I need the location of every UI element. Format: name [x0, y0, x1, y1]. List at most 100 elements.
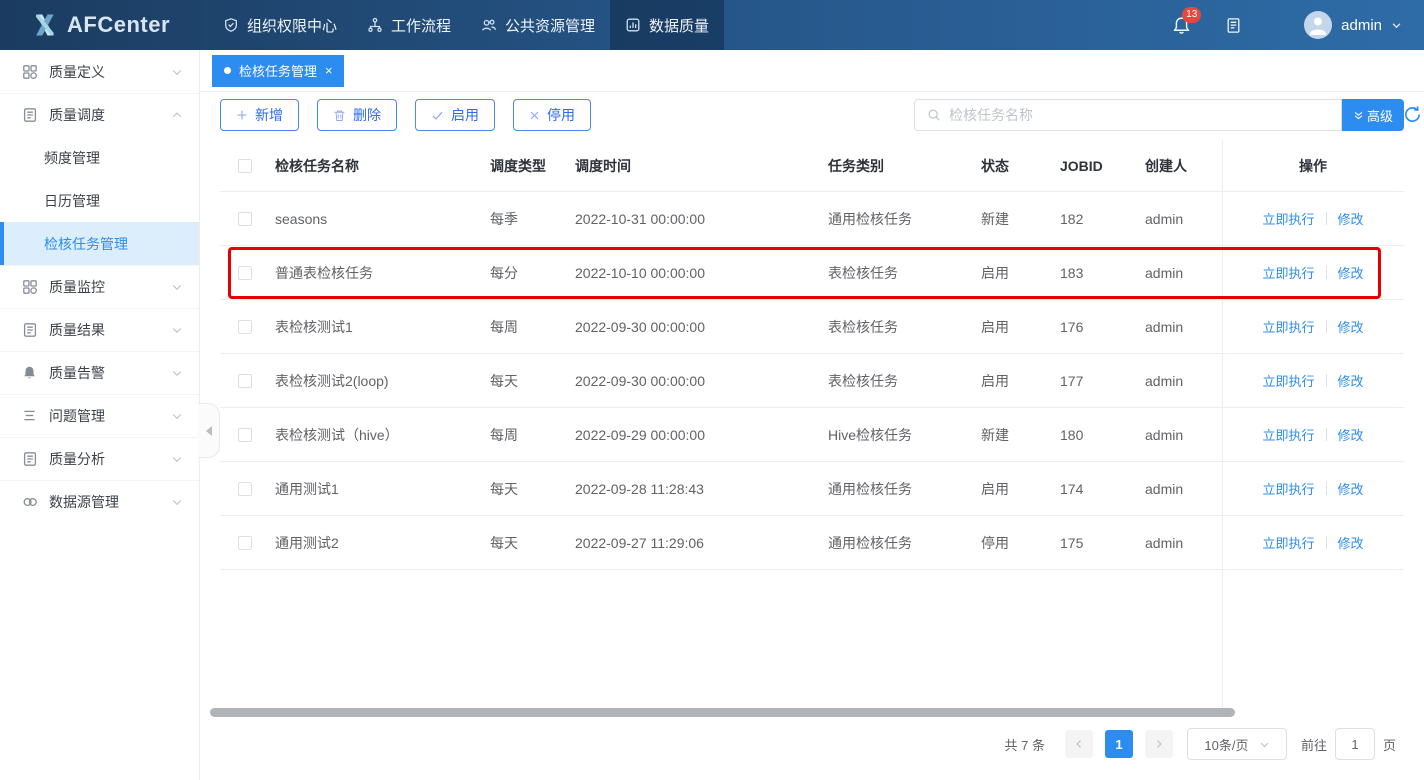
row-checkbox[interactable] [238, 266, 252, 280]
page-size-select[interactable]: 10条/页 [1187, 728, 1287, 760]
modify-link[interactable]: 修改 [1338, 209, 1364, 228]
cell-status: 启用 [981, 371, 1060, 391]
search-icon [927, 108, 941, 122]
add-button[interactable]: 新增 [220, 99, 299, 131]
action-divider [1326, 266, 1327, 279]
select-all-checkbox[interactable] [238, 159, 252, 173]
button-label: 启用 [451, 105, 479, 125]
column-header-schedule-time: 调度时间 [575, 156, 828, 176]
row-checkbox[interactable] [238, 212, 252, 226]
horizontal-scrollbar[interactable] [210, 708, 1235, 717]
app-logo[interactable]: AFCenter [30, 11, 208, 39]
table-row: 通用测试1 每天 2022-09-28 11:28:43 通用检核任务 启用 1… [220, 462, 1404, 516]
search-input[interactable] [949, 107, 1341, 123]
sidebar-collapse-handle[interactable] [198, 403, 220, 458]
cell-task-name: 表检核测试（hive） [270, 425, 490, 445]
user-menu[interactable]: admin [1304, 11, 1402, 39]
row-checkbox[interactable] [238, 320, 252, 334]
execute-now-link[interactable]: 立即执行 [1262, 209, 1314, 228]
modify-link[interactable]: 修改 [1338, 371, 1364, 390]
execute-now-link[interactable]: 立即执行 [1262, 425, 1314, 444]
sidebar-item-frequency-management[interactable]: 频度管理 [0, 136, 199, 179]
disable-button[interactable]: 停用 [513, 99, 591, 131]
sidebar-item-calendar-management[interactable]: 日历管理 [0, 179, 199, 222]
row-checkbox[interactable] [238, 536, 252, 550]
nav-label: 工作流程 [391, 15, 451, 36]
advanced-search-button[interactable]: 高级 [1342, 99, 1404, 131]
action-divider [1326, 212, 1327, 225]
cell-status: 启用 [981, 479, 1060, 499]
cell-task-name: 普通表检核任务 [270, 263, 490, 283]
cell-category: 表检核任务 [828, 317, 981, 337]
nav-item-data-quality[interactable]: 数据质量 [610, 0, 724, 50]
chevron-down-icon [171, 324, 183, 336]
modify-link[interactable]: 修改 [1338, 317, 1364, 336]
sidebar-item-check-task-management[interactable]: 检核任务管理 [0, 222, 199, 265]
sidebar-item-quality-definition[interactable]: 质量定义 [0, 50, 199, 93]
execute-now-link[interactable]: 立即执行 [1262, 371, 1314, 390]
sidebar-label: 问题管理 [49, 406, 171, 426]
sidebar-item-quality-results[interactable]: 质量结果 [0, 308, 199, 351]
button-label: 停用 [547, 105, 575, 125]
enable-button[interactable]: 启用 [415, 99, 495, 131]
app-title: AFCenter [67, 12, 170, 38]
modify-link[interactable]: 修改 [1338, 533, 1364, 552]
cell-category: 通用检核任务 [828, 533, 981, 553]
cell-schedule-type: 每天 [490, 371, 575, 391]
total-count: 共 7 条 [1005, 735, 1045, 754]
cell-schedule-type: 每天 [490, 479, 575, 499]
cell-schedule-type: 每季 [490, 209, 575, 229]
sidebar-label: 质量结果 [49, 320, 171, 340]
cell-schedule-type: 每周 [490, 425, 575, 445]
nav-item-workflow[interactable]: 工作流程 [352, 0, 466, 50]
row-checkbox[interactable] [238, 428, 252, 442]
tab-check-task-management[interactable]: 检核任务管理 × [212, 55, 344, 87]
people-icon [481, 17, 497, 33]
notification-bell[interactable]: 13 [1172, 16, 1191, 35]
sidebar-item-datasource-management[interactable]: 数据源管理 [0, 480, 199, 523]
goto-page-input[interactable] [1335, 728, 1375, 760]
row-checkbox-cell [220, 374, 270, 388]
next-page-button[interactable] [1145, 730, 1173, 758]
action-divider [1326, 374, 1327, 387]
execute-now-link[interactable]: 立即执行 [1262, 263, 1314, 282]
sidebar-item-quality-alerts[interactable]: 质量告警 [0, 351, 199, 394]
cell-creator: admin [1145, 211, 1222, 227]
chevron-down-icon [171, 410, 183, 422]
nav-item-public-resources[interactable]: 公共资源管理 [466, 0, 610, 50]
sidebar-item-quality-scheduling[interactable]: 质量调度 [0, 93, 199, 136]
grid-icon [22, 279, 38, 295]
tab-label: 检核任务管理 [239, 61, 317, 80]
sidebar-item-quality-monitoring[interactable]: 质量监控 [0, 265, 199, 308]
double-chevron-down-icon [1353, 110, 1364, 121]
grid-icon [22, 64, 38, 80]
delete-button[interactable]: 删除 [317, 99, 397, 131]
document-shortcut[interactable] [1225, 17, 1242, 34]
modify-link[interactable]: 修改 [1338, 425, 1364, 444]
nav-item-org-center[interactable]: 组织权限中心 [208, 0, 352, 50]
row-checkbox[interactable] [238, 482, 252, 496]
close-icon[interactable]: × [325, 64, 333, 77]
table-row: 表检核测试2(loop) 每天 2022-09-30 00:00:00 表检核任… [220, 354, 1404, 408]
cell-task-name: 表检核测试1 [270, 317, 490, 337]
cell-schedule-time: 2022-09-27 11:29:06 [575, 535, 828, 551]
sidebar-item-issue-management[interactable]: 问题管理 [0, 394, 199, 437]
execute-now-link[interactable]: 立即执行 [1262, 317, 1314, 336]
prev-page-button[interactable] [1065, 730, 1093, 758]
cell-category: Hive检核任务 [828, 425, 981, 445]
goto-label: 前往 [1301, 735, 1327, 754]
column-header-category: 任务类别 [828, 156, 981, 176]
refresh-icon[interactable] [1403, 105, 1422, 124]
table-row: seasons 每季 2022-10-31 00:00:00 通用检核任务 新建… [220, 192, 1404, 246]
sidebar-item-quality-analysis[interactable]: 质量分析 [0, 437, 199, 480]
modify-link[interactable]: 修改 [1338, 263, 1364, 282]
row-checkbox[interactable] [238, 374, 252, 388]
execute-now-link[interactable]: 立即执行 [1262, 533, 1314, 552]
modify-link[interactable]: 修改 [1338, 479, 1364, 498]
cell-creator: admin [1145, 481, 1222, 497]
sidebar-label: 质量定义 [49, 62, 171, 82]
page-number-1[interactable]: 1 [1105, 730, 1133, 758]
execute-now-link[interactable]: 立即执行 [1262, 479, 1314, 498]
pagination: 共 7 条 1 10条/页 前往 页 [1005, 728, 1397, 760]
bell-icon [22, 365, 38, 381]
